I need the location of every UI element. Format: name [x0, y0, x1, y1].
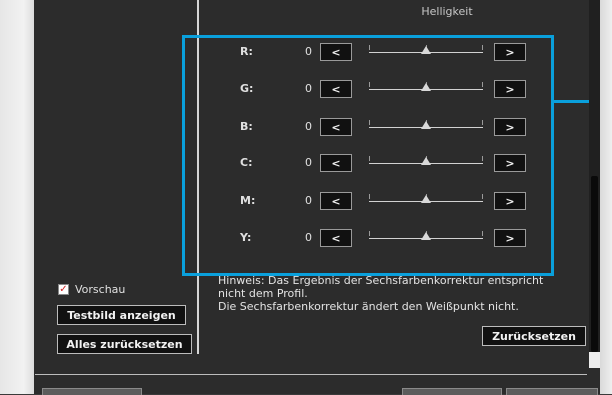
note-line-3: Die Sechsfarbenkorrektur ändert den Weiß…: [218, 300, 519, 313]
footer-divider: [35, 374, 587, 375]
preview-checkbox[interactable]: ✓: [58, 284, 69, 295]
test-image-button[interactable]: Testbild anzeigen: [57, 305, 186, 325]
preview-label: Vorschau: [75, 283, 126, 296]
reset-all-button[interactable]: Alles zurücksetzen: [57, 334, 192, 354]
note-line-1: Hinweis: Das Ergebnis der Sechsfarbenkor…: [218, 274, 544, 287]
window-edge-right: [600, 0, 612, 394]
reset-button[interactable]: Zurücksetzen: [482, 326, 586, 346]
note-text: Hinweis: Das Ergebnis der Sechsfarbenkor…: [218, 274, 578, 313]
window-edge-left: [0, 0, 34, 394]
note-line-2: nicht dem Profil.: [218, 287, 308, 300]
section-title: Helligkeit: [421, 5, 473, 18]
scrollbar-thumb[interactable]: [591, 176, 598, 352]
scrollbar-end: [589, 352, 600, 368]
highlight-frame: [182, 35, 554, 276]
